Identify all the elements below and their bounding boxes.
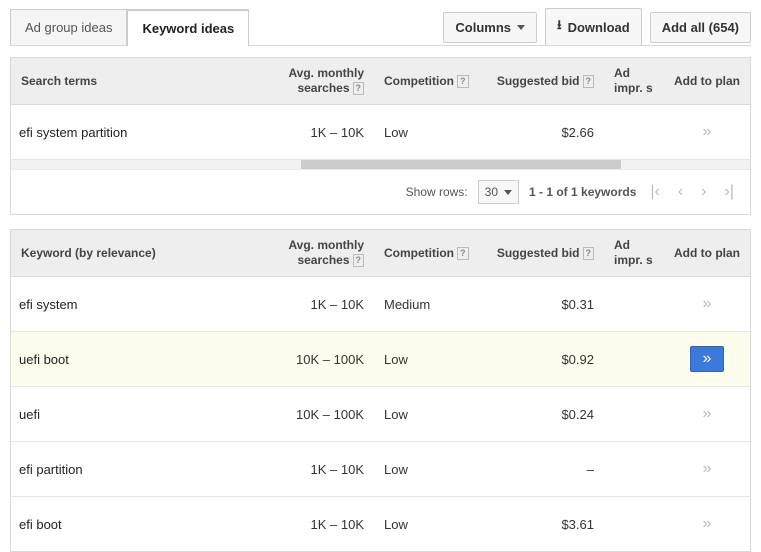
help-icon[interactable]: ? xyxy=(353,254,365,267)
competition-cell: Low xyxy=(374,448,484,491)
pager-prev-icon[interactable]: ‹ xyxy=(674,183,687,201)
keyword-cell[interactable]: efi system partition xyxy=(11,111,274,154)
add-to-plan-button[interactable]: » xyxy=(690,511,724,537)
avg-cell: 1K – 10K xyxy=(274,503,374,546)
add-to-plan-button[interactable]: » xyxy=(690,291,724,317)
bid-cell: $0.31 xyxy=(484,283,604,326)
add-all-button[interactable]: Add all (654) xyxy=(650,12,751,43)
download-icon: ⭳ xyxy=(557,16,562,38)
keyword-cell[interactable]: efi boot xyxy=(11,503,274,546)
avg-cell: 1K – 10K xyxy=(274,111,374,154)
impr-cell xyxy=(604,455,664,483)
table-row: efi system partition1K – 10KLow$2.66 » xyxy=(11,105,750,159)
competition-cell: Low xyxy=(374,503,484,546)
bid-cell: $3.61 xyxy=(484,503,604,546)
impr-cell xyxy=(604,510,664,538)
col-competition[interactable]: Competition? xyxy=(374,66,484,97)
add-all-label: Add all (654) xyxy=(662,20,739,35)
impr-cell xyxy=(604,400,664,428)
scrollbar-thumb[interactable] xyxy=(301,160,621,169)
help-icon[interactable]: ? xyxy=(583,247,595,260)
columns-button[interactable]: Columns xyxy=(443,12,537,43)
col-suggested-bid[interactable]: Suggested bid? xyxy=(484,66,604,97)
caret-down-icon xyxy=(517,25,525,30)
avg-cell: 10K – 100K xyxy=(274,393,374,436)
col-keyword-relevance[interactable]: Keyword (by relevance) xyxy=(11,238,274,269)
keyword-cell[interactable]: uefi boot xyxy=(11,338,274,381)
pager-first-icon[interactable]: |‹ xyxy=(646,183,663,201)
col-avg-searches[interactable]: Avg. monthly searches? xyxy=(274,58,374,104)
impr-cell xyxy=(604,290,664,318)
bid-cell: – xyxy=(484,448,604,491)
add-to-plan-button[interactable]: » xyxy=(690,119,724,145)
col-add-to-plan: Add to plan xyxy=(664,238,750,269)
avg-cell: 10K – 100K xyxy=(274,338,374,381)
avg-cell: 1K – 10K xyxy=(274,448,374,491)
download-label: Download xyxy=(568,20,630,35)
show-rows-label: Show rows: xyxy=(406,185,468,199)
tab-ad-group-ideas[interactable]: Ad group ideas xyxy=(10,9,127,46)
col-competition[interactable]: Competition? xyxy=(374,238,484,269)
pager-range: 1 - 1 of 1 keywords xyxy=(529,185,636,199)
help-icon[interactable]: ? xyxy=(457,75,469,88)
help-icon[interactable]: ? xyxy=(353,82,365,95)
keyword-cell[interactable]: efi system xyxy=(11,283,274,326)
table-row: efi partition1K – 10KLow– » xyxy=(11,441,750,496)
col-avg-searches[interactable]: Avg. monthly searches? xyxy=(274,230,374,276)
bid-cell: $2.66 xyxy=(484,111,604,154)
competition-cell: Low xyxy=(374,338,484,381)
tab-keyword-ideas[interactable]: Keyword ideas xyxy=(127,9,249,46)
col-search-terms[interactable]: Search terms xyxy=(11,66,274,97)
table-row: uefi boot10K – 100KLow$0.92 » xyxy=(11,331,750,386)
table-row: uefi10K – 100KLow$0.24 » xyxy=(11,386,750,441)
impr-cell xyxy=(604,118,664,146)
col-add-to-plan: Add to plan xyxy=(664,66,750,97)
table-row: efi boot1K – 10KLow$3.61 » xyxy=(11,496,750,551)
table-row: efi system1K – 10KMedium$0.31 » xyxy=(11,277,750,331)
add-to-plan-button[interactable]: » xyxy=(690,401,724,427)
col-suggested-bid[interactable]: Suggested bid? xyxy=(484,238,604,269)
competition-cell: Low xyxy=(374,111,484,154)
bid-cell: $0.92 xyxy=(484,338,604,381)
competition-cell: Low xyxy=(374,393,484,436)
impr-cell xyxy=(604,345,664,373)
pager-last-icon[interactable]: ›| xyxy=(721,183,738,201)
avg-cell: 1K – 10K xyxy=(274,283,374,326)
col-ad-impr[interactable]: Ad impr. s xyxy=(604,58,664,104)
add-to-plan-button[interactable]: » xyxy=(690,456,724,482)
keyword-cell[interactable]: uefi xyxy=(11,393,274,436)
competition-cell: Medium xyxy=(374,283,484,326)
col-ad-impr[interactable]: Ad impr. s xyxy=(604,230,664,276)
add-to-plan-button[interactable]: » xyxy=(690,346,724,372)
help-icon[interactable]: ? xyxy=(583,75,595,88)
bid-cell: $0.24 xyxy=(484,393,604,436)
help-icon[interactable]: ? xyxy=(457,247,469,260)
keyword-cell[interactable]: efi partition xyxy=(11,448,274,491)
horizontal-scrollbar[interactable] xyxy=(11,159,750,169)
pager-next-icon[interactable]: › xyxy=(697,183,710,201)
rows-per-page-select[interactable]: 30 xyxy=(478,180,519,204)
download-button[interactable]: ⭳ Download xyxy=(545,8,642,46)
caret-down-icon xyxy=(504,190,512,195)
columns-label: Columns xyxy=(455,20,511,35)
